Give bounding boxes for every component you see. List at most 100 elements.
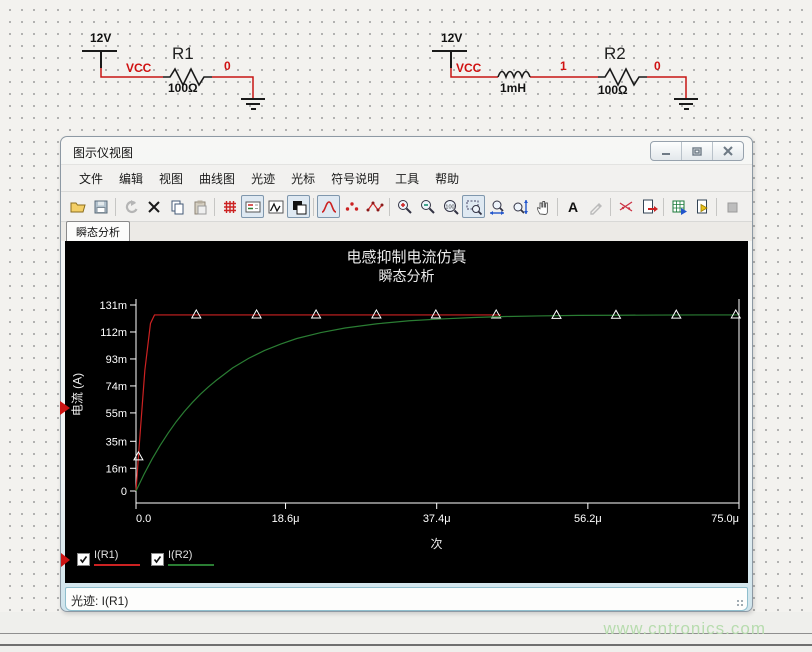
menu-bar: 文件 编辑 视图 曲线图 光迹 光标 符号说明 工具 帮助 [61, 164, 752, 192]
legend-item-ir1: I(R1) [77, 550, 140, 566]
points-line-style-icon[interactable] [363, 195, 386, 218]
menu-view[interactable]: 视图 [151, 167, 191, 190]
source-label-left: 12V [90, 31, 111, 45]
menu-help[interactable]: 帮助 [427, 167, 467, 190]
legend-icon[interactable] [241, 195, 264, 218]
edit-annotation-icon [584, 195, 607, 218]
legend-checkbox-ir2[interactable] [151, 553, 164, 566]
svg-text:16m: 16m [106, 463, 127, 475]
grapher-window: 图示仪视图 文件 编辑 视图 曲线图 光迹 光标 符号说明 工具 帮助 [60, 136, 753, 612]
toolbar-separator [716, 198, 717, 216]
text-annotation-icon[interactable]: A [561, 195, 584, 218]
source-label-right: 12V [441, 31, 462, 45]
ground-symbol-right [674, 99, 698, 109]
chart-area[interactable]: 016m35m55m74m93m112m131m0.018.6μ37.4μ56.… [65, 241, 748, 583]
watermark: www.cntronics.com [604, 619, 766, 639]
toolbar-separator [389, 198, 390, 216]
svg-text:55m: 55m [106, 408, 127, 420]
vcc-symbol-left [82, 51, 117, 68]
grid-icon[interactable] [218, 195, 241, 218]
export-icon[interactable] [637, 195, 660, 218]
minimize-button[interactable] [651, 142, 681, 160]
restore-icon [690, 145, 704, 157]
svg-text:100: 100 [445, 204, 454, 210]
restore-button[interactable] [681, 142, 712, 160]
window-title: 图示仪视图 [73, 144, 133, 161]
menu-cursor[interactable]: 光标 [283, 167, 323, 190]
svg-text:18.6μ: 18.6μ [272, 513, 300, 525]
zoom-in-icon[interactable] [393, 195, 416, 218]
menu-file[interactable]: 文件 [71, 167, 111, 190]
svg-text:0: 0 [121, 486, 127, 498]
toolbar: 100 A [61, 192, 752, 222]
trace-properties-icon[interactable] [264, 195, 287, 218]
legend-color-line-ir1 [94, 564, 140, 566]
divider-line [0, 644, 812, 646]
svg-text:A: A [567, 199, 577, 215]
schematic-drawing [0, 0, 812, 130]
curve-style-icon[interactable] [317, 195, 340, 218]
status-text: 光迹: I(R1) [71, 592, 128, 609]
undo-icon [119, 195, 142, 218]
resistor-value-r1[interactable]: 100Ω [168, 81, 198, 95]
zoom-100-icon[interactable]: 100 [439, 195, 462, 218]
toolbar-separator [214, 198, 215, 216]
wire-right [451, 68, 686, 99]
zoom-horizontal-icon[interactable] [485, 195, 508, 218]
delete-icon[interactable] [142, 195, 165, 218]
tab-transient-analysis[interactable]: 瞬态分析 [66, 221, 130, 241]
toolbar-separator [663, 198, 664, 216]
legend-color-line-ir2 [168, 564, 214, 566]
selected-trace-arrow-icon [60, 401, 70, 415]
points-style-icon[interactable] [340, 195, 363, 218]
svg-text:74m: 74m [106, 381, 127, 393]
window-controls [650, 141, 744, 161]
toolbar-separator [557, 198, 558, 216]
minimize-icon [659, 145, 673, 157]
cursors-icon[interactable] [614, 195, 637, 218]
net-label-vcc-right: VCC [456, 61, 481, 75]
svg-text:35m: 35m [106, 436, 127, 448]
svg-text:93m: 93m [106, 354, 127, 366]
y-axis-label: 电流 (A) [69, 350, 86, 440]
copy-icon[interactable] [165, 195, 188, 218]
resize-grip[interactable] [736, 599, 744, 607]
menu-edit[interactable]: 编辑 [111, 167, 151, 190]
close-button[interactable] [712, 142, 743, 160]
net-label-vcc-left: VCC [126, 61, 151, 75]
net-label-0-left: 0 [224, 59, 231, 73]
menu-tools[interactable]: 工具 [387, 167, 427, 190]
paste-icon [188, 195, 211, 218]
zoom-vertical-icon[interactable] [508, 195, 531, 218]
net-label-1: 1 [560, 59, 567, 73]
chart-subtitle: 瞬态分析 [65, 266, 748, 286]
svg-text:75.0μ: 75.0μ [711, 513, 739, 525]
net-label-0-right: 0 [654, 59, 661, 73]
zoom-out-icon[interactable] [416, 195, 439, 218]
export-report-icon[interactable] [690, 195, 713, 218]
legend-checkbox-ir1[interactable] [77, 553, 90, 566]
toolbar-separator [115, 198, 116, 216]
save-icon[interactable] [89, 195, 112, 218]
check-icon [79, 555, 88, 564]
overlay-traces-icon[interactable] [287, 195, 310, 218]
zoom-area-icon[interactable] [462, 195, 485, 218]
export-excel-icon[interactable] [667, 195, 690, 218]
ground-symbol-left [241, 99, 265, 109]
menu-legend[interactable]: 符号说明 [323, 167, 387, 190]
chart-title: 电感抑制电流仿真 [65, 246, 748, 267]
menu-graph[interactable]: 曲线图 [191, 167, 243, 190]
svg-text:112m: 112m [100, 327, 127, 339]
open-icon[interactable] [66, 195, 89, 218]
resistor-value-r2[interactable]: 100Ω [598, 83, 628, 97]
menu-trace[interactable]: 光迹 [243, 167, 283, 190]
legend-label-ir2: I(R2) [168, 550, 214, 561]
title-bar[interactable]: 图示仪视图 [61, 137, 752, 164]
pan-hand-icon[interactable] [531, 195, 554, 218]
resistor-ref-r2[interactable]: R2 [604, 44, 626, 64]
legend-arrow-icon [61, 553, 70, 567]
plot-svg: 016m35m55m74m93m112m131m0.018.6μ37.4μ56.… [65, 241, 747, 583]
legend-label-ir1: I(R1) [94, 550, 140, 561]
inductor-value-l1[interactable]: 1mH [500, 81, 526, 95]
resistor-ref-r1[interactable]: R1 [172, 44, 194, 64]
